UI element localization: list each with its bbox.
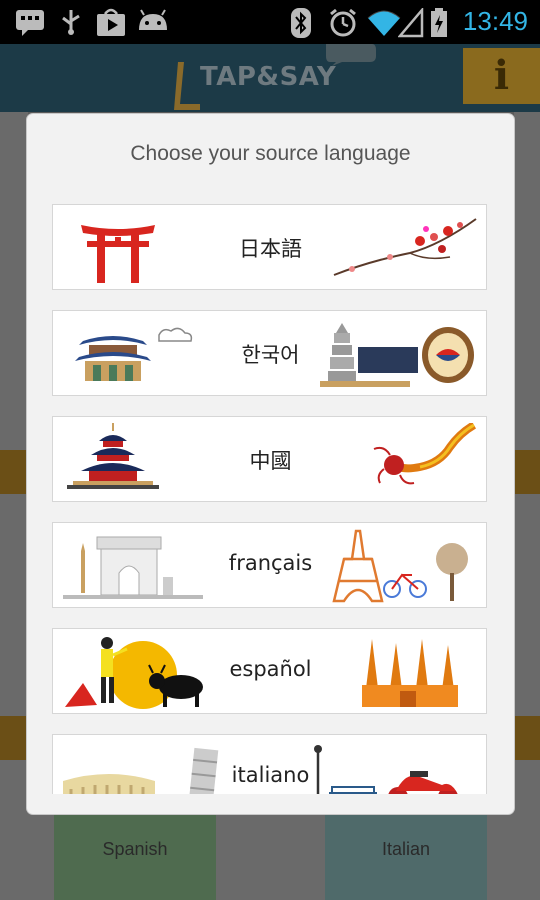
status-bar: 13:49 bbox=[0, 0, 540, 44]
bluetooth-icon bbox=[291, 8, 311, 38]
info-label: i bbox=[493, 52, 510, 99]
chinese-dragon-icon bbox=[373, 423, 477, 485]
battery-icon bbox=[431, 8, 447, 37]
cherry-blossom-icon bbox=[333, 218, 477, 276]
info-button[interactable]: i bbox=[463, 48, 540, 104]
language-item-japanese[interactable]: 日本語 bbox=[52, 204, 487, 290]
background-stripe bbox=[0, 716, 28, 760]
alarm-icon bbox=[330, 8, 356, 37]
background-panel-right bbox=[514, 112, 540, 900]
language-item-french[interactable]: français bbox=[52, 522, 487, 608]
tile-italian[interactable]: Italian bbox=[325, 815, 487, 900]
italian-scooter-icon bbox=[314, 745, 458, 794]
background-panel-left bbox=[0, 112, 28, 900]
dialog-title: Choose your source language bbox=[130, 142, 411, 165]
message-icon bbox=[16, 10, 44, 36]
language-item-chinese[interactable]: 中國 bbox=[52, 416, 487, 502]
background-stripe bbox=[514, 450, 540, 494]
background-stripe bbox=[0, 450, 28, 494]
language-item-spanish[interactable]: español bbox=[52, 628, 487, 714]
clock: 13:49 bbox=[462, 6, 528, 36]
tile-spanish[interactable]: Spanish bbox=[54, 815, 216, 900]
tile-label: Spanish bbox=[102, 839, 168, 859]
tile-label: Italian bbox=[381, 839, 431, 859]
language-dialog: Choose your source language 日本語 한국어 中國 f… bbox=[27, 114, 514, 814]
app-title: TAP&SAY bbox=[200, 62, 337, 92]
signal-icon bbox=[398, 8, 424, 38]
language-list[interactable]: 日本語 한국어 中國 français español italiano bbox=[27, 204, 514, 794]
play-store-icon bbox=[97, 8, 125, 36]
language-item-italian[interactable]: italiano bbox=[52, 734, 487, 794]
eiffel-tower-icon bbox=[332, 529, 468, 603]
background-stripe bbox=[514, 716, 540, 760]
usb-icon bbox=[62, 10, 80, 35]
sagrada-familia-icon bbox=[362, 639, 458, 707]
wifi-icon bbox=[367, 10, 401, 36]
korean-pagoda-drum-icon bbox=[320, 323, 474, 387]
language-item-korean[interactable]: 한국어 bbox=[52, 310, 487, 396]
android-icon bbox=[139, 9, 167, 30]
